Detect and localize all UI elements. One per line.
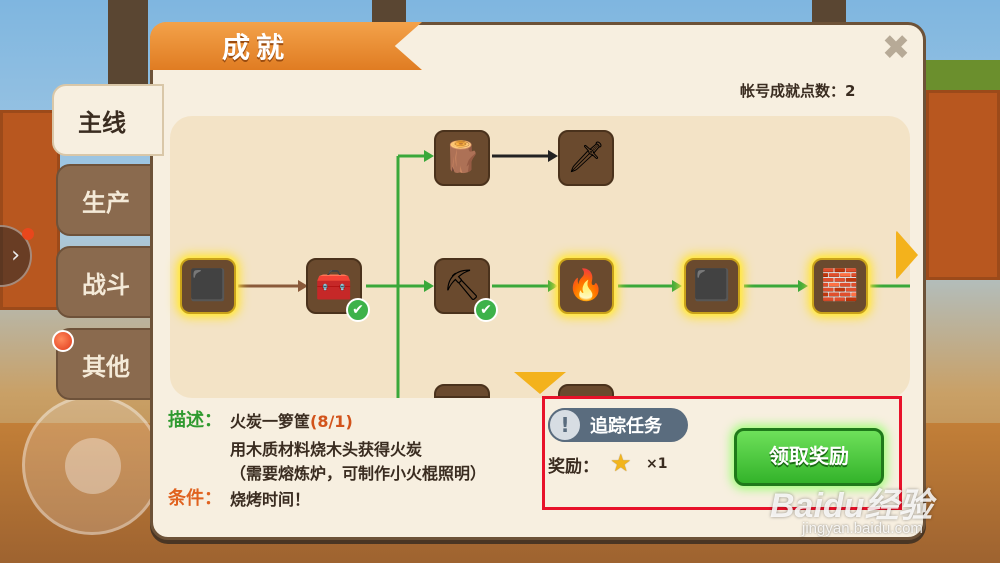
watermark-url: jingyan.baidu.com [802, 520, 923, 537]
crafting-table-icon: 🧰 [315, 268, 353, 303]
wooden-club-icon: 🪵 [443, 140, 481, 175]
achievement-node-stone-sword[interactable]: 🗡 [558, 130, 614, 186]
achievement-title: 火炭一箩筐(8/1) [230, 408, 353, 432]
furnace-icon: 🔥 [567, 268, 605, 303]
tab-other-notification-dot [52, 330, 74, 352]
page-title: 成就 [222, 31, 291, 64]
achievement-node-pickaxe[interactable]: ⛏ ✔ [434, 258, 498, 322]
achievement-node-iron-ingot[interactable]: 🧱 [812, 258, 868, 314]
iron-ingot-icon: 🧱 [821, 268, 859, 303]
connector-arrowhead [424, 280, 434, 292]
background-tree-trunk [372, 0, 406, 24]
achievement-progress: (8/1) [310, 412, 353, 431]
virtual-joystick[interactable] [22, 395, 162, 535]
coal-icon: ⬛ [693, 268, 731, 303]
joystick-knob[interactable] [65, 438, 121, 494]
connector-arrowhead [548, 280, 558, 292]
achievement-node-wood-block[interactable]: ⬛ [180, 258, 236, 314]
connector-arrowhead [548, 150, 558, 162]
condition-text: 烧烤时间！ [230, 490, 311, 509]
background-leaves [926, 90, 1000, 280]
achievement-node-wooden-club[interactable]: 🪵 [434, 130, 490, 186]
description-line-2: （需要熔炼炉，可制作小火棍照明） [230, 464, 487, 483]
check-icon: ✔ [346, 298, 370, 322]
background-grass [926, 60, 1000, 90]
check-icon: ✔ [474, 298, 498, 322]
notification-dot [22, 228, 34, 240]
reward-count: ×1 [646, 456, 668, 472]
achievement-node-coal[interactable]: ⬛ [684, 258, 740, 314]
achievement-node-crafting-table[interactable]: 🧰 ✔ [306, 258, 370, 322]
pickaxe-icon: ⛏ [442, 268, 482, 303]
achievement-node-bottom-left[interactable] [434, 384, 490, 398]
tab-combat[interactable]: 战斗 [56, 246, 160, 318]
exclamation-icon: ! [548, 408, 582, 442]
achievement-node-furnace[interactable]: 🔥 [558, 258, 614, 314]
description-line-1: 用木质材料烧木头获得火炭 [230, 440, 423, 459]
account-points: 帐号成就点数：2 [740, 82, 856, 100]
dark-block-icon: ⬛ [189, 268, 227, 303]
condition-label: 条件： [168, 488, 222, 509]
achievement-tree[interactable] [170, 116, 910, 398]
tab-main-line[interactable]: 主线 [52, 84, 164, 156]
achievement-name: 火炭一箩筐 [230, 412, 311, 431]
background-tree-trunk [812, 0, 846, 24]
reward-label: 奖励： [548, 457, 599, 477]
tree-connectors [238, 150, 910, 398]
description-label: 描述： [168, 410, 222, 431]
connector-arrowhead [672, 280, 682, 292]
connector-arrowhead [424, 150, 434, 162]
connector-arrowhead [798, 280, 808, 292]
close-icon[interactable]: ✖ [878, 30, 914, 66]
star-icon: ★ [610, 449, 632, 477]
tab-production[interactable]: 生产 [56, 164, 160, 236]
sword-icon: 🗡 [566, 140, 606, 175]
scroll-down-arrow-icon[interactable] [514, 372, 566, 394]
